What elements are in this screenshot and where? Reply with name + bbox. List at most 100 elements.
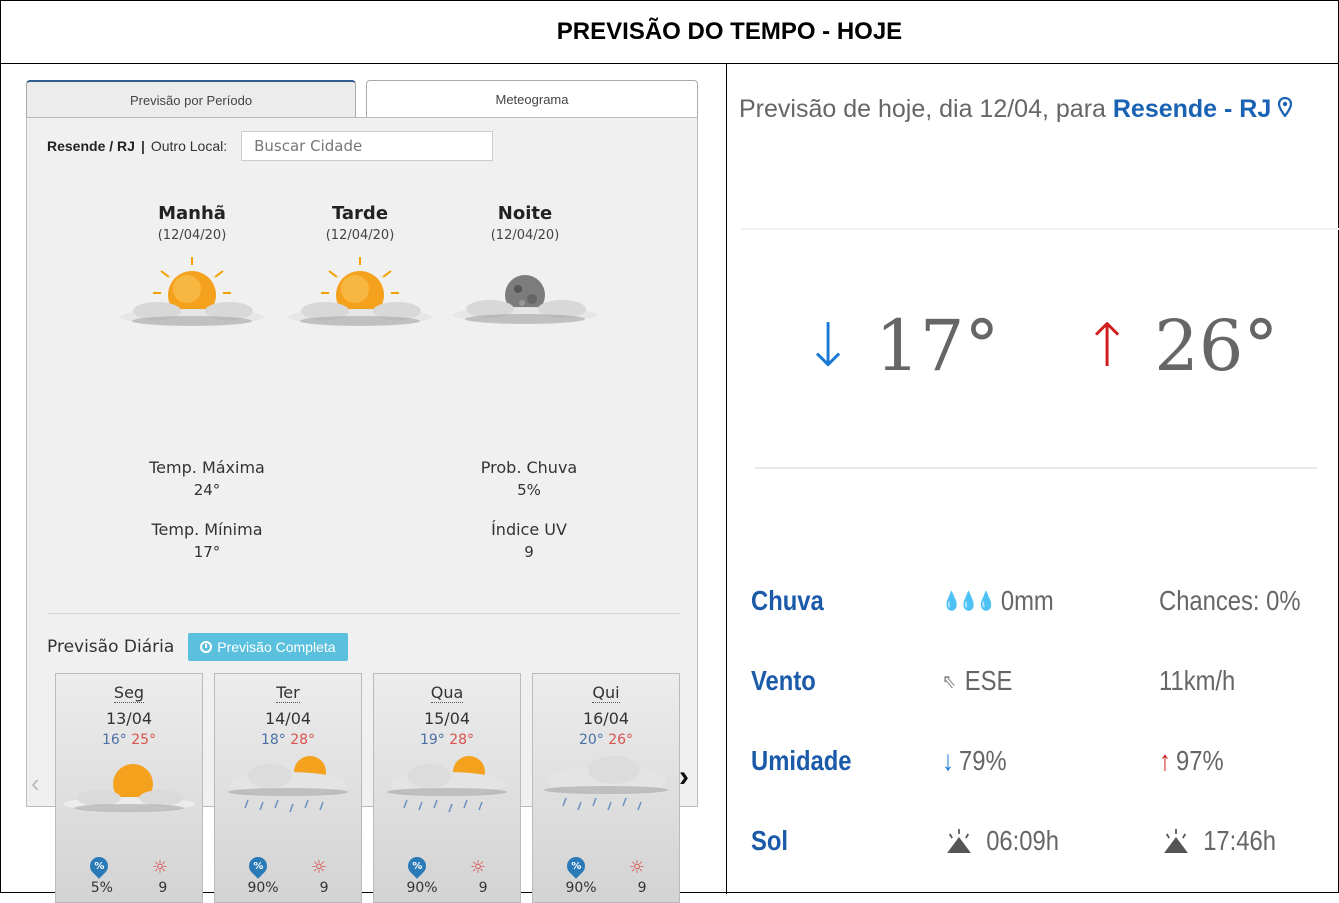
section-divider xyxy=(741,228,1339,230)
uv-sun-icon: ☼ xyxy=(310,857,328,878)
uv-sun-icon: ☼ xyxy=(151,857,169,878)
rain-drop-icon: % xyxy=(404,853,430,879)
day-date: 13/04 xyxy=(105,709,153,728)
uv-sun-icon: ☼ xyxy=(469,857,487,878)
day-min-temp: 16° xyxy=(101,732,127,748)
period-date: (12/04/20) xyxy=(157,228,227,243)
period-morning: Manhã (12/04/20) xyxy=(117,203,267,340)
day-temps: 16° 25° xyxy=(56,732,202,748)
arrow-down-icon: ↓ xyxy=(803,311,854,381)
forecast-panel: Resende / RJ | Outro Local: Buscar Cidad… xyxy=(26,117,698,903)
day-footer: % ☼ 5% 9 xyxy=(56,853,202,896)
full-forecast-button[interactable]: Previsão Completa xyxy=(188,633,348,661)
section-divider xyxy=(47,613,681,614)
day-card[interactable]: Qua 15/04 19° 28° % ☼ 90% 9 xyxy=(373,673,521,903)
stat-rain-prob: Prob. Chuva 5% xyxy=(429,458,629,499)
partly-cloudy-moon-icon xyxy=(453,275,597,324)
period-forecast: Manhã (12/04/20) Tarde (12/04/20) Noite … xyxy=(117,203,617,353)
stat-min-temp: Temp. Mínima 17° xyxy=(107,520,307,561)
day-name: Qui xyxy=(592,683,620,703)
sunrise-time: 06:09h xyxy=(986,825,1059,856)
page-title: PREVISÃO DO TEMPO - HOJE xyxy=(1,1,1338,64)
day-rain-prob: 5% xyxy=(90,880,113,896)
rain-chances: Chances: 0% xyxy=(1159,585,1301,616)
current-city: Resende / RJ xyxy=(47,138,135,154)
rain-sun-icon xyxy=(228,756,348,813)
today-forecast: Previsão de hoje, dia 12/04, para Resend… xyxy=(727,65,1339,894)
day-temps: 20° 26° xyxy=(533,732,679,748)
rain-amount-value: 0mm xyxy=(1000,585,1054,616)
arrow-up-icon: ↑ xyxy=(1082,311,1133,381)
stat-uv-index: Índice UV 9 xyxy=(429,520,629,561)
sun-label: Sol xyxy=(751,825,789,856)
sunrise-icon xyxy=(947,829,971,853)
section-divider xyxy=(755,467,1317,469)
day-uv: 9 xyxy=(158,880,168,896)
tab-meteogram[interactable]: Meteograma xyxy=(366,80,698,118)
day-min-temp: 20° xyxy=(578,732,604,748)
day-uv: 9 xyxy=(319,880,329,896)
humidity-label: Umidade xyxy=(751,745,852,776)
day-rain-prob: 90% xyxy=(406,880,438,896)
wind-label: Vento xyxy=(751,665,816,696)
period-night: Noite (12/04/20) xyxy=(450,203,600,340)
daily-forecast-header: Previsão Diária Previsão Completa xyxy=(47,633,348,661)
period-name: Tarde xyxy=(331,203,389,224)
today-city-link[interactable]: Resende - RJ xyxy=(1113,95,1271,123)
clock-icon xyxy=(200,641,213,653)
tab-period-forecast[interactable]: Previsão por Período xyxy=(26,80,356,118)
day-card[interactable]: Qui 16/04 20° 26° % ☼ 90% 9 xyxy=(532,673,680,903)
wind-direction: ⇖ ESE xyxy=(942,665,1012,697)
rain-drops-icon: 💧💧💧 xyxy=(942,590,996,611)
chevron-right-icon[interactable]: › xyxy=(679,760,689,794)
sunrise: 06:09h xyxy=(942,825,1059,857)
day-name: Seg xyxy=(113,683,145,703)
period-date: (12/04/20) xyxy=(490,228,560,243)
stat-label: Prob. Chuva xyxy=(480,458,578,477)
wind-direction-value: ESE xyxy=(964,665,1013,696)
day-name: Qua xyxy=(430,683,464,703)
humidity-min: ↓ 79% xyxy=(942,745,1007,777)
period-afternoon: Tarde (12/04/20) xyxy=(285,203,435,340)
stat-max-temp: Temp. Máxima 24° xyxy=(107,458,307,499)
rain-drop-icon: % xyxy=(86,853,112,879)
city-search-input[interactable]: Buscar Cidade xyxy=(241,131,494,161)
location-pin-icon xyxy=(1278,97,1293,117)
day-card[interactable]: Seg 13/04 16° 25° % ☼ 5% 9 xyxy=(55,673,203,903)
day-card[interactable]: Ter 14/04 18° 28° % ☼ 90% 9 xyxy=(214,673,362,903)
rain-drop-icon: % xyxy=(245,853,271,879)
day-max-temp: 28° xyxy=(449,732,475,748)
humidity-max-value: 97% xyxy=(1176,745,1224,776)
wind-speed: 11km/h xyxy=(1159,665,1236,696)
day-max-temp: 26° xyxy=(608,732,634,748)
sunset-icon xyxy=(1164,829,1188,853)
stat-value: 9 xyxy=(524,543,534,561)
location-row: Resende / RJ | Outro Local: Buscar Cidad… xyxy=(47,131,494,161)
day-footer: % ☼ 90% 9 xyxy=(533,853,679,896)
uv-sun-icon: ☼ xyxy=(628,857,646,878)
stat-label: Temp. Máxima xyxy=(149,458,265,477)
stat-value: 17° xyxy=(193,543,221,561)
day-date: 15/04 xyxy=(423,709,471,728)
arrow-up-icon: ↑ xyxy=(1159,745,1171,776)
rain-drop-icon: % xyxy=(563,853,589,879)
today-max-temp-block: ↑ 26° xyxy=(1082,305,1278,387)
other-location-label: Outro Local: xyxy=(150,138,228,154)
full-forecast-label: Previsão Completa xyxy=(217,639,336,655)
period-name: Noite xyxy=(497,203,553,224)
day-name: Ter xyxy=(276,683,300,703)
today-max-temp: 26° xyxy=(1154,305,1279,387)
humidity-max: ↑ 97% xyxy=(1159,745,1224,777)
day-min-temp: 19° xyxy=(419,732,445,748)
rain-amount: 💧💧💧 0mm xyxy=(942,585,1054,617)
humidity-row: Umidade ↓ 79% ↑ 97% xyxy=(727,745,1339,795)
day-max-temp: 25° xyxy=(131,732,157,748)
tab-bar: Previsão por Período Meteograma xyxy=(26,80,698,118)
rain-label: Chuva xyxy=(751,585,824,616)
day-footer: % ☼ 90% 9 xyxy=(374,853,520,896)
daily-forecast-list: Seg 13/04 16° 25° % ☼ 5% 9 Ter 14/04 18°… xyxy=(55,673,680,903)
stat-value: 5% xyxy=(517,481,541,499)
sunset: 17:46h xyxy=(1159,825,1276,857)
chevron-left-icon[interactable]: ‹ xyxy=(31,768,40,799)
day-rain-prob: 90% xyxy=(565,880,597,896)
